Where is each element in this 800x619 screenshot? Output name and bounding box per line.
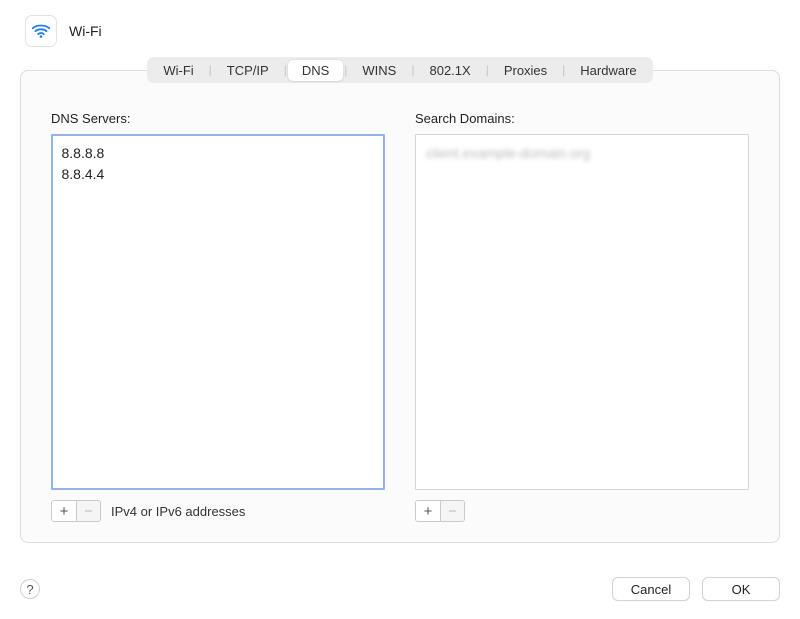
tab-wifi[interactable]: Wi-Fi	[149, 60, 207, 81]
tab-proxies[interactable]: Proxies	[490, 60, 561, 81]
tab-bar: Wi-Fi | TCP/IP | DNS | WINS | 802.1X | P…	[147, 57, 652, 83]
search-add-remove: + −	[415, 500, 465, 522]
dns-hint: IPv4 or IPv6 addresses	[111, 504, 245, 519]
help-button[interactable]: ?	[20, 579, 40, 599]
wifi-icon	[25, 15, 57, 47]
page-title: Wi-Fi	[69, 23, 102, 39]
dns-server-row[interactable]: 8.8.8.8	[62, 143, 375, 165]
search-domain-row[interactable]: client.example-domain.org	[426, 143, 738, 165]
tab-hardware[interactable]: Hardware	[566, 60, 650, 81]
search-domains-list[interactable]: client.example-domain.org	[415, 134, 749, 490]
dns-add-remove: + −	[51, 500, 101, 522]
cancel-button[interactable]: Cancel	[612, 577, 690, 601]
search-domains-label: Search Domains:	[415, 111, 749, 126]
settings-panel: DNS Servers: 8.8.8.8 8.8.4.4 + − IPv4 or…	[20, 70, 780, 543]
dns-server-row[interactable]: 8.8.4.4	[62, 164, 375, 186]
tab-8021x[interactable]: 802.1X	[415, 60, 484, 81]
tab-wins[interactable]: WINS	[348, 60, 410, 81]
dns-add-button[interactable]: +	[52, 501, 76, 521]
tab-dns[interactable]: DNS	[288, 60, 343, 81]
dns-servers-list[interactable]: 8.8.8.8 8.8.4.4	[51, 134, 385, 490]
dns-remove-button[interactable]: −	[76, 501, 100, 521]
ok-button[interactable]: OK	[702, 577, 780, 601]
tab-tcpip[interactable]: TCP/IP	[213, 60, 283, 81]
search-add-button[interactable]: +	[416, 501, 440, 521]
search-remove-button[interactable]: −	[440, 501, 464, 521]
dns-servers-label: DNS Servers:	[51, 111, 385, 126]
